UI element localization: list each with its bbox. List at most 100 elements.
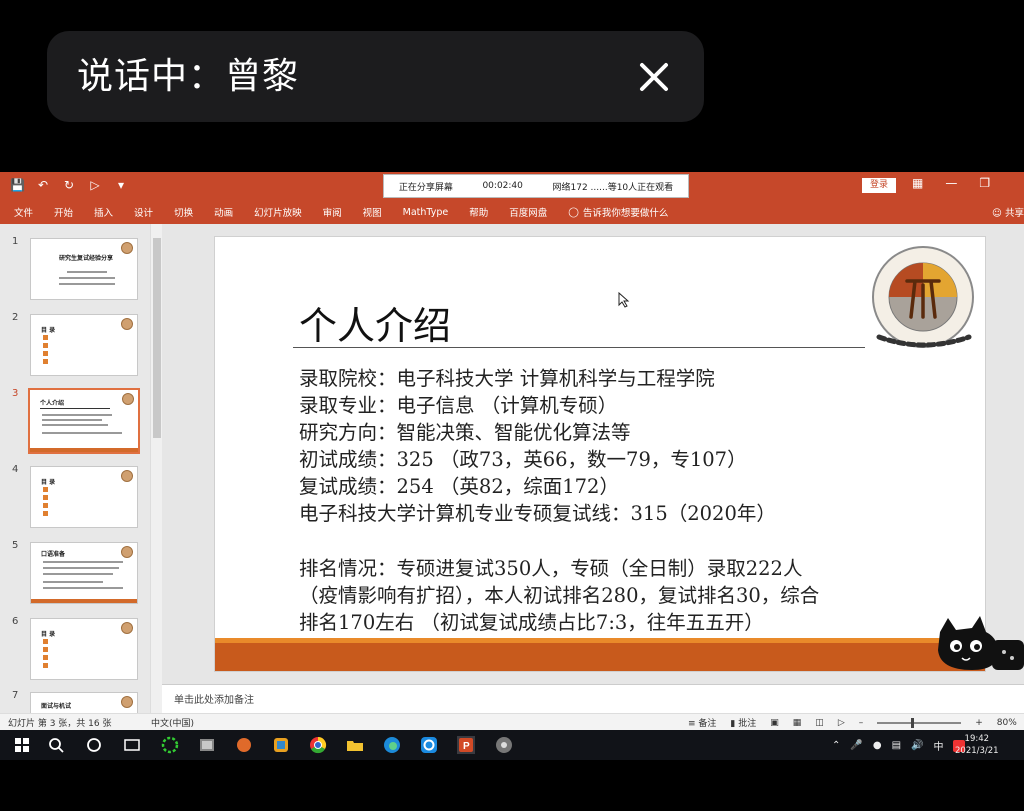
close-icon[interactable] (634, 57, 674, 97)
slide-thumbnail[interactable]: 目 录 (30, 618, 138, 680)
powerpoint-icon[interactable]: P (456, 735, 476, 755)
zoom-slider-knob[interactable] (910, 717, 914, 728)
loading-app-icon[interactable] (160, 735, 180, 755)
network-icon[interactable]: ▤ (892, 740, 901, 751)
tab-file[interactable]: 文件 (14, 205, 33, 219)
slide-body-text[interactable]: 录取院校：电子科技大学 计算机科学与工程学院 录取专业：电子信息 （计算机专硕）… (299, 365, 919, 636)
person-icon: ☺ (992, 208, 1002, 219)
tell-me-label: 告诉我你想要做什么 (582, 208, 669, 219)
microphone-icon[interactable]: 🎤 (850, 740, 862, 751)
edge-browser-icon[interactable] (382, 735, 402, 755)
university-logo-icon (122, 393, 134, 405)
wechat-icon[interactable]: ● (873, 740, 882, 751)
normal-view-icon[interactable]: ▣ (770, 718, 779, 728)
university-logo-icon (121, 318, 133, 330)
bullet-marker (43, 351, 48, 356)
tab-design[interactable]: 设计 (134, 205, 153, 219)
viewer-count: 网络172 ......等10人正在观看 (552, 182, 674, 193)
file-explorer-icon[interactable] (345, 735, 365, 755)
tab-help[interactable]: 帮助 (469, 205, 488, 219)
tab-baidu-netdisk[interactable]: 百度网盘 (509, 205, 547, 219)
login-button[interactable]: 登录 (862, 178, 896, 193)
search-icon[interactable] (46, 735, 66, 755)
shared-screen: 💾 ↶ ↻ ▷ ▾ 正在分享屏幕 00:02:40 网络172 ......等1… (0, 172, 1024, 760)
tab-mathtype[interactable]: MathType (403, 207, 449, 218)
volume-icon[interactable]: 🔊 (911, 740, 923, 751)
undo-icon[interactable]: ↶ (36, 178, 50, 192)
comments-toggle-button[interactable]: ▮ 批注 (730, 716, 756, 729)
body-line: 排名170左右 （初试复试成绩占比7:3，往年五五开） (299, 611, 764, 634)
minimize-icon[interactable]: — (945, 176, 957, 190)
meeting-app-icon[interactable] (419, 735, 439, 755)
status-bar: 幻灯片 第 3 张，共 16 张 中文(中国) ≡ 备注 ▮ 批注 ▣ ▦ ◫ … (0, 713, 1024, 730)
thumbnail-row[interactable]: 4 目 录 (0, 464, 150, 534)
lightbulb-icon: ◯ (568, 206, 579, 218)
thumbnail-row[interactable]: 5 口语准备 (0, 540, 150, 610)
chrome-icon[interactable] (308, 735, 328, 755)
tab-slideshow[interactable]: 幻灯片放映 (254, 205, 302, 219)
slide-sorter-icon[interactable]: ▦ (793, 718, 802, 728)
tab-insert[interactable]: 插入 (94, 205, 113, 219)
scrollbar-thumb[interactable] (153, 238, 161, 438)
text-line (42, 419, 102, 421)
share-button[interactable]: ☺ 共享 (992, 205, 1024, 219)
body-line: 排名情况：专硕进复试350人，专硕（全日制）录取222人 (299, 557, 803, 580)
bullet-marker (43, 343, 48, 348)
current-slide[interactable]: 个人介绍 录取院校：电子科技大学 计算机科学与工程学院 录取专业：电子信息 （计… (214, 236, 986, 672)
clock-time: 19:42 (964, 734, 990, 744)
save-icon[interactable]: 💾 (10, 178, 25, 192)
slide-thumbnail-selected[interactable]: 个人介绍 (28, 388, 140, 454)
tell-me-search[interactable]: ◯ 告诉我你想要做什么 (568, 205, 669, 220)
thumbnail-row[interactable]: 7 面试与机试 (0, 690, 150, 713)
tab-view[interactable]: 视图 (363, 205, 382, 219)
tab-home[interactable]: 开始 (54, 205, 73, 219)
slide-number: 2 (12, 312, 19, 323)
thumbnail-row[interactable]: 1 研究生复试经验分享 (0, 236, 150, 306)
slideshow-view-icon[interactable]: ▷ (838, 718, 845, 728)
media-app-icon[interactable] (494, 735, 514, 755)
slide-number: 3 (12, 388, 19, 399)
zoom-slider[interactable] (877, 717, 962, 728)
snail-app-icon[interactable] (234, 735, 254, 755)
restore-icon[interactable]: ❐ (979, 176, 990, 190)
notes-toggle-button[interactable]: ≡ 备注 (688, 716, 716, 729)
body-line: 复试成绩：254 （英82，综面172） (299, 475, 619, 498)
redo-icon[interactable]: ↻ (62, 178, 76, 192)
customize-toolbar-icon[interactable]: ▾ (114, 178, 128, 192)
reading-view-icon[interactable]: ◫ (815, 718, 824, 728)
system-clock[interactable]: 19:42 2021/3/21 (955, 733, 999, 757)
notes-pane[interactable]: 单击此处添加备注 (162, 684, 1024, 713)
slide-thumbnail[interactable]: 目 录 (30, 466, 138, 528)
tab-animations[interactable]: 动画 (214, 205, 233, 219)
photos-app-icon[interactable] (197, 735, 217, 755)
zoom-in-button[interactable]: + (975, 718, 983, 728)
show-hidden-icons[interactable]: ⌃ (832, 740, 840, 751)
task-view-icon[interactable] (122, 735, 142, 755)
thumbnail-scrollbar[interactable] (150, 224, 162, 713)
slide-number: 6 (12, 616, 19, 627)
slide-thumbnail[interactable]: 目 录 (30, 314, 138, 376)
tab-review[interactable]: 审阅 (323, 205, 342, 219)
slide-thumbnail[interactable]: 口语准备 (30, 542, 138, 604)
slide-thumbnail[interactable]: 研究生复试经验分享 (30, 238, 138, 300)
settings-app-icon[interactable] (271, 735, 291, 755)
windows-start-icon[interactable] (12, 735, 32, 755)
thumbnail-row-selected[interactable]: 3 个人介绍 (0, 388, 150, 458)
slide-title[interactable]: 个人介绍 (299, 295, 451, 350)
start-slideshow-icon[interactable]: ▷ (88, 178, 102, 192)
thumbnail-row[interactable]: 2 目 录 (0, 312, 150, 382)
zoom-level[interactable]: 80% (997, 718, 1017, 728)
ribbon-display-icon[interactable]: ▦ (912, 176, 923, 190)
slide-thumbnail[interactable]: 面试与机试 (30, 692, 138, 713)
university-logo-icon (121, 696, 133, 708)
thumbnail-row[interactable]: 6 目 录 (0, 616, 150, 686)
tab-transitions[interactable]: 切换 (174, 205, 193, 219)
cortana-icon[interactable] (84, 735, 104, 755)
text-line (43, 573, 113, 575)
zoom-out-button[interactable]: – (859, 718, 864, 728)
status-right-controls: ≡ 备注 ▮ 批注 ▣ ▦ ◫ ▷ – + 80% (688, 716, 1017, 729)
slide-editing-area: 个人介绍 录取院校：电子科技大学 计算机科学与工程学院 录取专业：电子信息 （计… (162, 224, 1024, 684)
language-indicator[interactable]: 中文(中国) (151, 716, 194, 729)
body-line: 初试成绩：325 （政73，英66，数一79，专107） (299, 448, 747, 471)
input-method-indicator[interactable]: 中 (933, 738, 943, 753)
